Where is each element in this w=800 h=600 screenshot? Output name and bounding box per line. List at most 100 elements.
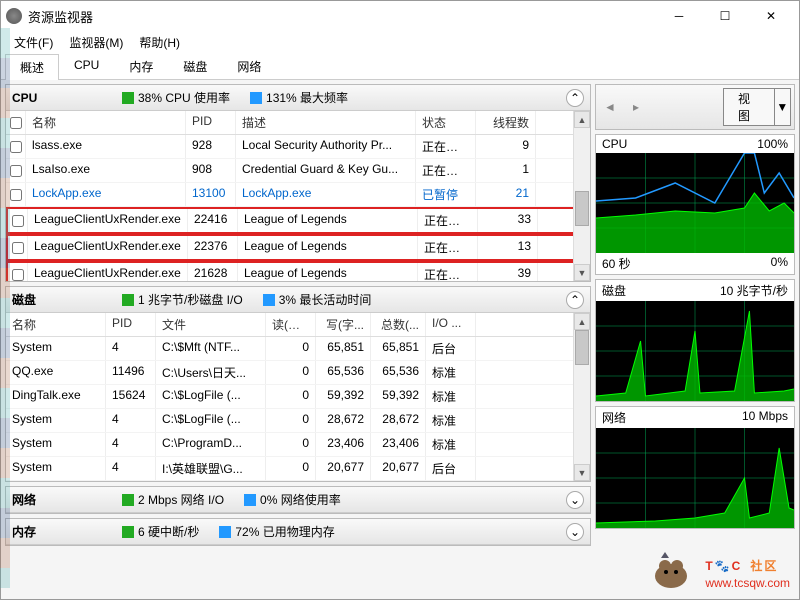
row-checkbox[interactable] [10, 165, 22, 177]
col-read[interactable]: 读(字... [266, 313, 316, 336]
view-button[interactable]: 视图 [723, 88, 775, 126]
table-row[interactable]: System 4 C:\$LogFile (... 0 28,672 28,67… [6, 409, 590, 433]
col-pid[interactable]: PID [106, 313, 156, 336]
cell-read: 0 [266, 385, 316, 408]
table-row[interactable]: lsass.exe 928 Local Security Authority P… [6, 135, 590, 159]
table-row[interactable]: LsaIso.exe 908 Credential Guard & Key Gu… [6, 159, 590, 183]
menu-file[interactable]: 文件(F) [9, 33, 58, 52]
cell-read: 0 [266, 361, 316, 384]
tab-memory[interactable]: 内存 [114, 53, 168, 79]
cell-pid: 21628 [188, 263, 238, 281]
cell-read: 0 [266, 409, 316, 432]
col-desc[interactable]: 描述 [236, 111, 416, 134]
cell-pid: 4 [106, 337, 156, 360]
minimize-button[interactable]: ─ [656, 1, 702, 31]
scrollbar[interactable]: ▲ ▼ [573, 313, 590, 481]
cell-name: LeagueClientUxRender.exe [28, 236, 188, 259]
table-row[interactable]: LeagueClientUxRender.exe 21628 League of… [6, 261, 590, 281]
expand-button[interactable]: ⌄ [566, 491, 584, 509]
cell-pid: 13100 [186, 183, 236, 206]
col-write[interactable]: 写(字... [316, 313, 371, 336]
cell-write: 65,536 [316, 361, 371, 384]
cell-io: 标准 [426, 361, 476, 384]
table-row[interactable]: System 4 C:\ProgramD... 0 23,406 23,406 … [6, 433, 590, 457]
scroll-thumb[interactable] [575, 191, 589, 226]
col-pid[interactable]: PID [186, 111, 236, 134]
expand-button[interactable]: ⌄ [566, 523, 584, 541]
cell-threads: 21 [476, 183, 536, 206]
disk-panel: 磁盘 1 兆字节/秒磁盘 I/O 3% 最长活动时间 ⌃ 名称 PID 文件 读… [5, 286, 591, 482]
cell-io: 标准 [426, 433, 476, 456]
row-checkbox[interactable] [10, 141, 22, 153]
cell-pid: 908 [186, 159, 236, 182]
scroll-thumb[interactable] [575, 330, 589, 365]
table-row[interactable]: LeagueClientUxRender.exe 22376 League of… [6, 234, 590, 261]
close-button[interactable]: ✕ [748, 1, 794, 31]
col-total[interactable]: 总数(... [371, 313, 426, 336]
row-checkbox[interactable] [12, 269, 24, 281]
cell-name: LeagueClientUxRender.exe [28, 209, 188, 232]
table-row[interactable]: DingTalk.exe 15624 C:\$LogFile (... 0 59… [6, 385, 590, 409]
tab-disk[interactable]: 磁盘 [168, 53, 222, 79]
cell-pid: 4 [106, 409, 156, 432]
col-name[interactable]: 名称 [6, 313, 106, 336]
disk-table-header: 名称 PID 文件 读(字... 写(字... 总数(... I/O ... [6, 313, 590, 337]
table-row[interactable]: System 4 C:\$Mft (NTF... 0 65,851 65,851… [6, 337, 590, 361]
col-threads[interactable]: 线程数 [476, 111, 536, 134]
cell-name: lsass.exe [26, 135, 186, 158]
cell-total: 59,392 [371, 385, 426, 408]
collapse-button[interactable]: ⌃ [566, 291, 584, 309]
row-checkbox[interactable] [12, 242, 24, 254]
chart-xlabel: 60 秒 [602, 255, 631, 272]
cell-status: 正在运行 [416, 135, 476, 158]
menubar: 文件(F) 监视器(M) 帮助(H) [1, 31, 799, 53]
menu-help[interactable]: 帮助(H) [134, 33, 185, 52]
cell-total: 28,672 [371, 409, 426, 432]
table-row[interactable]: System 4 I:\英雄联盟\G... 0 20,677 20,677 后台 [6, 457, 590, 481]
square-icon [122, 294, 134, 306]
collapse-button[interactable]: ⌃ [566, 89, 584, 107]
cell-write: 20,677 [316, 457, 371, 480]
nav-fwd-button[interactable]: ▸ [625, 97, 647, 117]
nav-back-button[interactable]: ◄ [599, 97, 621, 117]
select-all-checkbox[interactable] [10, 117, 22, 129]
cell-threads: 33 [478, 209, 538, 232]
col-name[interactable]: 名称 [26, 111, 186, 134]
tab-network[interactable]: 网络 [222, 53, 276, 79]
tab-cpu[interactable]: CPU [59, 53, 114, 79]
cell-name: LsaIso.exe [26, 159, 186, 182]
chart-max: 100% [757, 137, 788, 151]
square-icon [219, 526, 231, 538]
row-checkbox[interactable] [12, 215, 24, 227]
scroll-up-button[interactable]: ▲ [574, 313, 590, 330]
net-usage: 0% 网络使用率 [260, 491, 341, 508]
cell-desc: Credential Guard & Key Gu... [236, 159, 416, 182]
row-checkbox[interactable] [10, 189, 22, 201]
cell-total: 65,536 [371, 361, 426, 384]
tab-overview[interactable]: 概述 [5, 54, 59, 80]
cell-file: C:\ProgramD... [156, 433, 266, 456]
table-row[interactable]: QQ.exe 11496 C:\Users\日天... 0 65,536 65,… [6, 361, 590, 385]
cell-pid: 4 [106, 433, 156, 456]
table-row[interactable]: LockApp.exe 13100 LockApp.exe 已暂停 21 [6, 183, 590, 207]
scroll-up-button[interactable]: ▲ [574, 111, 590, 128]
view-dropdown[interactable]: ▼ [775, 88, 791, 126]
scroll-down-button[interactable]: ▼ [574, 264, 590, 281]
chart-label: 磁盘 [602, 282, 626, 299]
cell-write: 28,672 [316, 409, 371, 432]
maximize-button[interactable]: ☐ [702, 1, 748, 31]
scroll-down-button[interactable]: ▼ [574, 464, 590, 481]
cell-name: System [6, 457, 106, 480]
col-io[interactable]: I/O ... [426, 313, 476, 336]
menu-monitor[interactable]: 监视器(M) [64, 33, 128, 52]
scrollbar[interactable]: ▲ ▼ [573, 111, 590, 281]
table-row[interactable]: LeagueClientUxRender.exe 22416 League of… [6, 207, 590, 234]
cell-status: 正在运行 [418, 236, 478, 259]
col-file[interactable]: 文件 [156, 313, 266, 336]
col-status[interactable]: 状态 [416, 111, 476, 134]
chart-disk: 磁盘10 兆字节/秒 [595, 279, 795, 402]
chart-min: 0% [771, 255, 788, 272]
tabbar: 概述 CPU 内存 磁盘 网络 [1, 53, 799, 80]
cell-write: 65,851 [316, 337, 371, 360]
cell-desc: League of Legends [238, 236, 418, 259]
